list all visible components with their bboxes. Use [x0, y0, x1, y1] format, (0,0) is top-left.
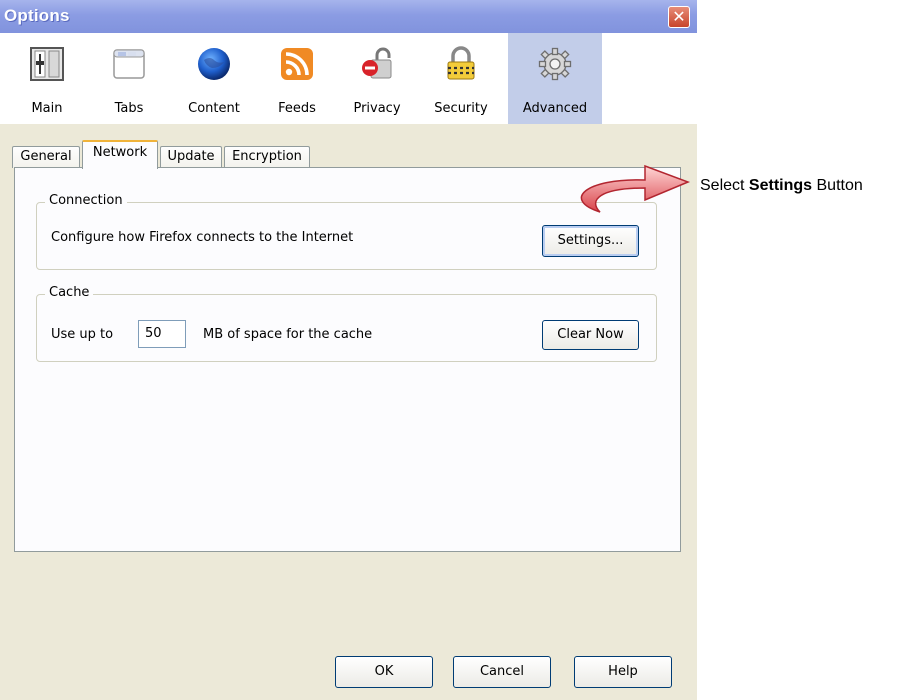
padlock-no-entry-icon	[362, 47, 392, 79]
toolbar-item-advanced[interactable]: Advanced	[508, 33, 602, 124]
cancel-button[interactable]: Cancel	[453, 656, 551, 688]
annotation-bold: Settings	[748, 177, 813, 194]
toolbar-label-advanced: Advanced	[522, 101, 588, 116]
connection-description: Configure how Firefox connects to the In…	[51, 230, 354, 245]
clear-now-button[interactable]: Clear Now	[542, 320, 639, 350]
tab-network[interactable]: Network	[82, 140, 158, 169]
window-title: Options	[4, 6, 70, 25]
close-button[interactable]: ✕	[668, 6, 690, 28]
toolbar-label-privacy: Privacy	[353, 101, 401, 116]
toolbar-label-content: Content	[188, 101, 240, 116]
cache-group: Cache Use up to 50 MB of space for the c…	[36, 285, 657, 362]
toolbar-item-feeds[interactable]: Feeds	[270, 33, 324, 124]
title-bar[interactable]: Options ✕	[0, 0, 697, 33]
annotation-text: Select Settings Button	[700, 177, 863, 195]
tab-general[interactable]: General	[12, 146, 80, 168]
globe-icon	[198, 48, 230, 80]
switch-icon	[30, 47, 64, 81]
toolbar-label-feeds: Feeds	[278, 101, 316, 116]
toolbar-item-content[interactable]: Content	[181, 33, 247, 124]
toolbar-item-tabs[interactable]: Tabs	[102, 33, 156, 124]
toolbar-item-security[interactable]: Security	[428, 33, 494, 124]
tabs-window-icon	[113, 49, 145, 79]
annotation-prefix: Select	[700, 177, 749, 194]
cache-use-up-to-label: Use up to	[51, 327, 114, 342]
curved-arrow-icon	[580, 164, 691, 213]
cache-size-input[interactable]: 50	[138, 320, 186, 348]
toolbar-item-main[interactable]: Main	[20, 33, 74, 124]
help-button[interactable]: Help	[574, 656, 672, 688]
ok-button[interactable]: OK	[335, 656, 433, 688]
toolbar-label-security: Security	[434, 101, 488, 116]
gear-icon	[538, 47, 572, 81]
toolbar-label-tabs: Tabs	[114, 101, 144, 116]
category-toolbar: Main Tabs Content Feeds Privacy Security…	[0, 33, 697, 124]
rss-icon	[281, 48, 313, 80]
connection-legend: Connection	[45, 193, 127, 208]
tab-update[interactable]: Update	[160, 146, 222, 168]
cache-suffix-label: MB of space for the cache	[203, 327, 373, 342]
cache-legend: Cache	[45, 285, 94, 300]
annotation-suffix: Button	[812, 177, 863, 194]
options-window: Options ✕ Main Tabs Content Feeds Privac…	[0, 0, 697, 700]
toolbar-item-privacy[interactable]: Privacy	[345, 33, 409, 124]
tab-encryption[interactable]: Encryption	[224, 146, 310, 168]
padlock-icon	[447, 46, 475, 80]
toolbar-label-main: Main	[31, 101, 63, 116]
